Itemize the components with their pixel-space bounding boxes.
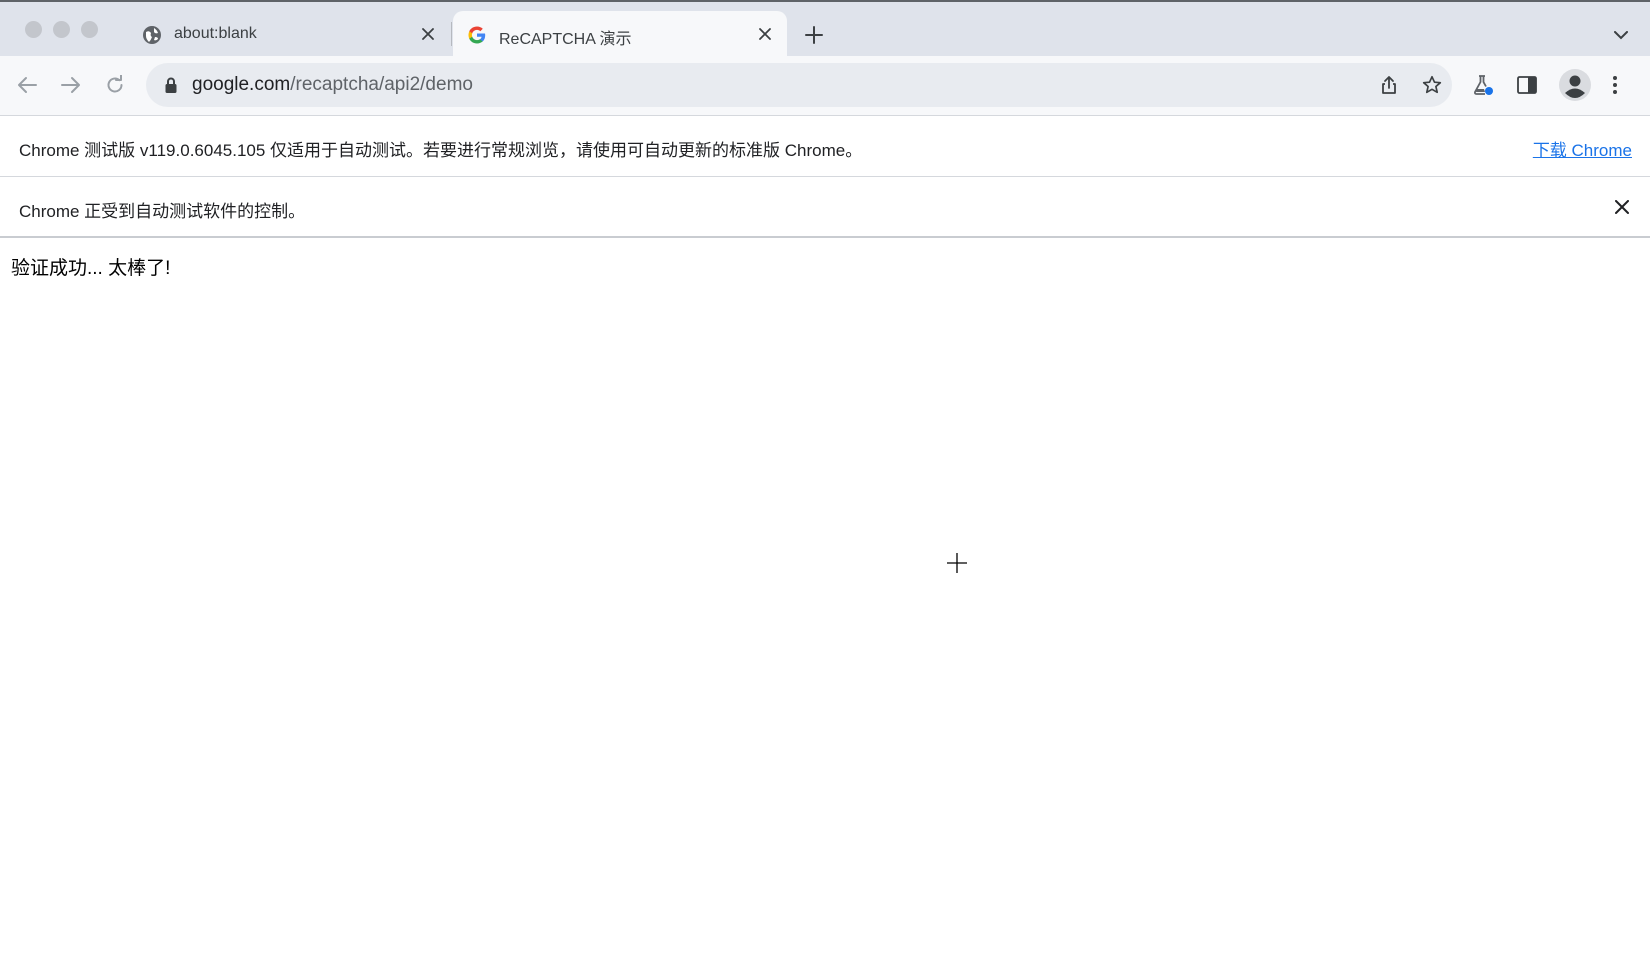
flask-icon [1474, 75, 1493, 95]
close-icon [1615, 200, 1629, 214]
chevron-down-icon [1614, 30, 1628, 39]
window-minimize-button[interactable] [53, 21, 70, 38]
star-icon [1422, 75, 1442, 94]
browser-window: about:blank ReCAPTCHA 演示 google.com/reca… [0, 0, 1650, 968]
side-panel-button[interactable] [1514, 72, 1540, 98]
lock-icon[interactable] [162, 76, 180, 94]
arrow-left-icon [18, 77, 37, 93]
page-content: 验证成功... 太棒了! [0, 239, 1650, 968]
tab-title: about:blank [174, 25, 257, 42]
bookmark-button[interactable] [1421, 74, 1443, 96]
download-chrome-link[interactable]: 下载 Chrome [1533, 136, 1632, 161]
success-message: 验证成功... 太棒了! [11, 258, 171, 279]
reload-button[interactable] [102, 72, 128, 98]
new-tab-button[interactable] [802, 23, 826, 47]
forward-button[interactable] [58, 72, 84, 98]
share-button[interactable] [1378, 74, 1400, 96]
close-tab-icon[interactable] [755, 24, 775, 44]
url-text[interactable]: google.com/recaptcha/api2/demo [192, 74, 473, 96]
tab-search-button[interactable] [1610, 24, 1632, 46]
labs-button[interactable] [1470, 72, 1496, 98]
menu-button[interactable] [1602, 72, 1628, 98]
reload-icon [107, 75, 123, 93]
tab-recaptcha-demo[interactable]: ReCAPTCHA 演示 [453, 11, 787, 58]
beta-infobar: Chrome 测试版 v119.0.6045.105 仅适用于自动测试。若要进行… [0, 116, 1650, 177]
close-tab-icon[interactable] [418, 24, 438, 44]
tab-about-blank[interactable]: about:blank [128, 11, 450, 58]
crosshair-cursor-icon [947, 553, 967, 573]
arrow-right-icon [61, 77, 80, 93]
automation-infobar: Chrome 正受到自动测试软件的控制。 [0, 177, 1650, 238]
share-icon [1382, 76, 1396, 94]
address-bar[interactable]: google.com/recaptcha/api2/demo [146, 63, 1452, 107]
google-g-icon [468, 26, 486, 44]
toolbar: google.com/recaptcha/api2/demo [0, 56, 1650, 116]
side-panel-icon [1517, 76, 1537, 94]
window-close-button[interactable] [25, 21, 42, 38]
plus-icon [805, 26, 823, 44]
tab-separator [451, 22, 452, 46]
profile-button[interactable] [1558, 68, 1592, 102]
avatar-icon [1559, 69, 1591, 101]
window-maximize-button[interactable] [81, 21, 98, 38]
url-path: /recaptcha/api2/demo [290, 74, 473, 95]
beta-message: Chrome 测试版 v119.0.6045.105 仅适用于自动测试。若要进行… [19, 141, 863, 160]
tab-title: ReCAPTCHA 演示 [499, 31, 632, 48]
kebab-menu-icon [1613, 76, 1617, 94]
globe-icon [143, 26, 161, 44]
back-button[interactable] [14, 72, 40, 98]
tab-strip: about:blank ReCAPTCHA 演示 [0, 0, 1650, 58]
automation-message: Chrome 正受到自动测试软件的控制。 [19, 202, 306, 221]
url-host: google.com [192, 74, 291, 95]
close-infobar-button[interactable] [1612, 197, 1632, 217]
